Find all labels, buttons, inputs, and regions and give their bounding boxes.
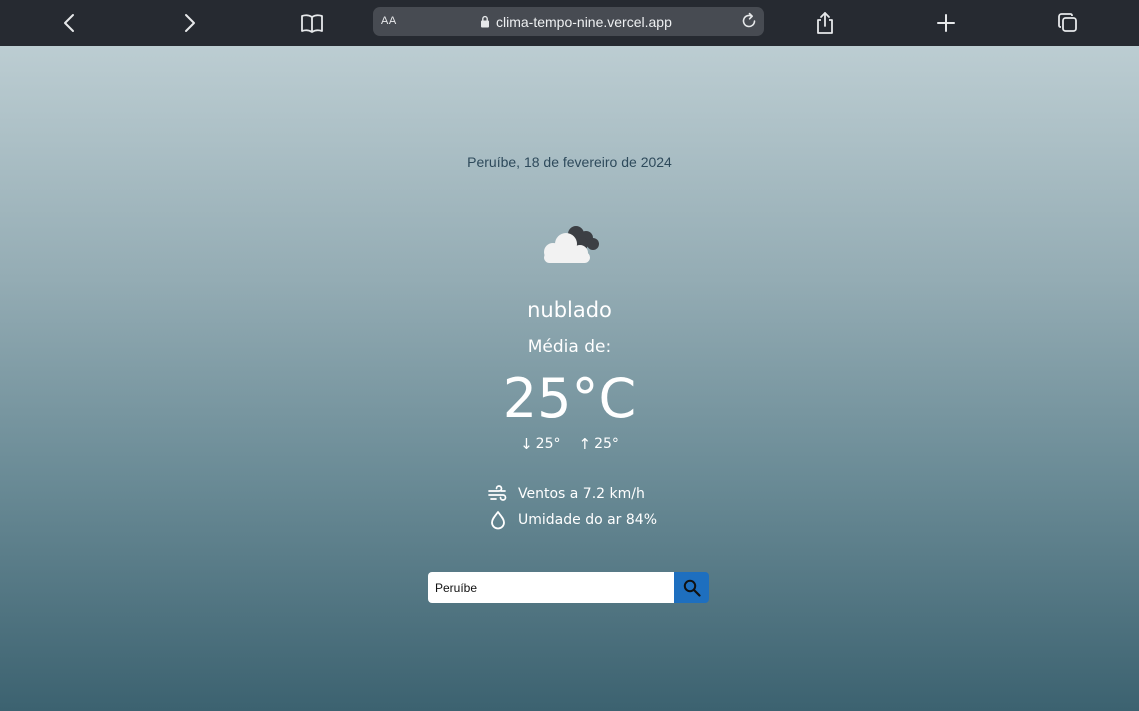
share-button[interactable]	[809, 7, 841, 39]
text-size-button[interactable]: AA	[381, 15, 397, 27]
plus-icon	[937, 14, 955, 32]
city-search-input[interactable]	[428, 572, 674, 603]
average-label: Média de:	[527, 337, 612, 357]
humidity-text: Umidade do ar 84%	[518, 512, 657, 528]
max-temperature-value: 25°	[594, 436, 619, 452]
droplet-icon	[491, 511, 505, 530]
cloudy-icon	[544, 226, 599, 263]
weather-details: Ventos a 7.2 km/h Umidade do ar 84%	[488, 481, 748, 533]
reload-icon[interactable]	[739, 11, 759, 31]
wind-icon	[488, 485, 507, 501]
humidity-row: Umidade do ar 84%	[488, 507, 748, 533]
share-icon	[817, 12, 833, 34]
forward-button[interactable]	[174, 7, 206, 39]
min-max-temperature: ↓ 25° ↑ 25°	[0, 435, 1139, 453]
chevron-left-icon	[64, 14, 74, 32]
arrow-down-icon: ↓	[520, 435, 533, 453]
tabs-icon	[1058, 13, 1077, 32]
location-date: Peruíbe, 18 de fevereiro de 2024	[467, 154, 672, 170]
chevron-right-icon	[185, 14, 195, 32]
max-temperature: ↑ 25°	[579, 435, 619, 453]
arrow-up-icon: ↑	[578, 435, 592, 453]
wind-text: Ventos a 7.2 km/h	[518, 486, 645, 502]
bookmarks-button[interactable]	[296, 7, 328, 39]
min-temperature: ↓ 25°	[520, 435, 560, 453]
search-button[interactable]	[674, 572, 709, 603]
weather-page: Peruíbe, 18 de fevereiro de 2024 nublado…	[0, 46, 1139, 711]
weather-condition: nublado	[527, 298, 612, 322]
back-button[interactable]	[53, 7, 85, 39]
address-bar[interactable]: AA clima-tempo-nine.vercel.app	[373, 7, 764, 36]
browser-toolbar: AA clima-tempo-nine.vercel.app	[0, 0, 1139, 46]
book-icon	[301, 14, 323, 33]
url-text: clima-tempo-nine.vercel.app	[496, 13, 672, 30]
lock-icon	[481, 15, 489, 28]
min-temperature-value: 25°	[535, 436, 561, 452]
new-tab-button[interactable]	[930, 7, 962, 39]
tabs-overview-button[interactable]	[1052, 7, 1084, 39]
temperature: 25°C	[502, 367, 637, 430]
wind-row: Ventos a 7.2 km/h	[488, 481, 748, 507]
city-search-form	[428, 572, 709, 603]
search-icon	[683, 579, 701, 597]
